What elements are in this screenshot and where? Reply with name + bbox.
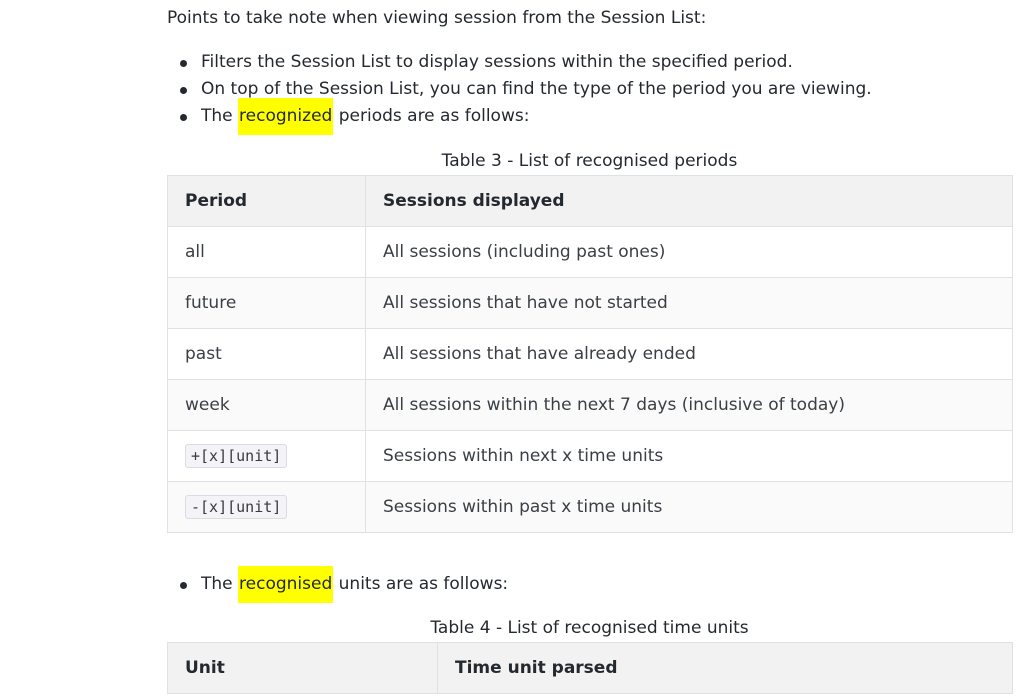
description-cell: All sessions that have already ended [365,328,1013,380]
list-item: The recognised units are as follows: [167,566,509,603]
bullet-text-pre: The [201,106,239,126]
inline-code: +[x][unit] [185,444,288,468]
bullet-text-pre: The [201,574,239,594]
description-cell: All sessions (including past ones) [365,226,1013,278]
description-cell: All sessions within the next 7 days (inc… [365,379,1013,431]
column-header-time-unit-parsed: Time unit parsed [437,642,1013,694]
period-cell: -[x][unit] [167,481,366,533]
list-item: Filters the Session List to display sess… [167,49,872,76]
bullet-icon [180,114,187,121]
period-notes-list: Filters the Session List to display sess… [167,49,872,135]
bullet-icon [180,582,187,589]
inline-code: -[x][unit] [185,495,288,519]
intro-paragraph: Points to take note when viewing session… [167,8,707,28]
period-cell: +[x][unit] [167,430,366,482]
column-header-sessions-displayed: Sessions displayed [365,175,1013,227]
units-notes-list: The recognised units are as follows: [167,566,509,603]
table-row: week All sessions within the next 7 days… [167,379,1013,431]
bullet-icon [180,60,187,67]
description-cell: Sessions within past x time units [365,481,1013,533]
bullet-text: Filters the Session List to display sess… [201,52,793,72]
period-cell: past [167,328,366,380]
description-cell: Sessions within next x time units [365,430,1013,482]
period-cell: all [167,226,366,278]
description-cell: All sessions that have not started [365,277,1013,329]
bullet-text-post: periods are as follows: [333,106,530,126]
table-caption: Table 4 - List of recognised time units [430,618,749,638]
bullet-text-post: units are as follows: [333,574,509,594]
bullet-icon [180,87,187,94]
table-header-row: Period Sessions displayed [167,175,1013,227]
table-caption: Table 3 - List of recognised periods [441,151,738,171]
period-cell: future [167,277,366,329]
bullet-text: On top of the Session List, you can find… [201,79,872,99]
time-units-table: Unit Time unit parsed [167,642,1013,694]
list-item: The recognized periods are as follows: [167,98,872,135]
highlighted-word: recognised [238,566,334,603]
highlighted-word: recognized [238,98,334,135]
column-header-period: Period [167,175,366,227]
table-row: future All sessions that have not starte… [167,277,1013,329]
table-header-row: Unit Time unit parsed [167,642,1013,694]
column-header-unit: Unit [167,642,438,694]
period-cell: week [167,379,366,431]
table-row: -[x][unit] Sessions within past x time u… [167,481,1013,533]
periods-table: Period Sessions displayed all All sessio… [167,175,1013,533]
table-row: past All sessions that have already ende… [167,328,1013,380]
table-row: +[x][unit] Sessions within next x time u… [167,430,1013,482]
table-row: all All sessions (including past ones) [167,226,1013,278]
